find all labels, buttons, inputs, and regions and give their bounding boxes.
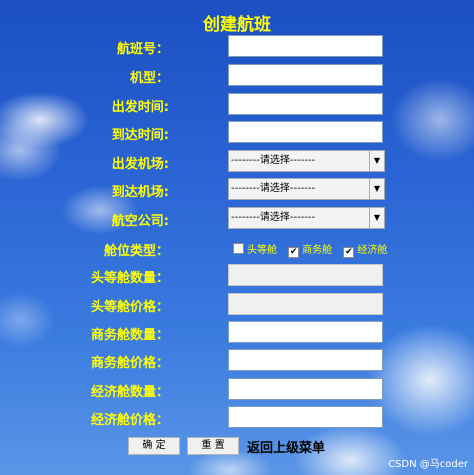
row-business-count: 商务舱数量： <box>0 321 474 345</box>
depart-time-input[interactable] <box>228 93 383 115</box>
airline-select[interactable]: --------请选择------- ▼ <box>228 207 385 229</box>
arrive-time-input[interactable] <box>228 121 383 143</box>
depart-airport-select-value: --------请选择------- <box>231 155 316 166</box>
first-count-input[interactable] <box>228 264 383 286</box>
row-arrive-airport: 到达机场: --------请选择------- ▼ <box>0 178 474 202</box>
chevron-down-icon[interactable]: ▼ <box>369 151 384 171</box>
economy-price-label: 经济舱价格： <box>90 413 169 428</box>
row-cabin-type: 舱位类型： 头等舱 ✔ 商务舱 ✔ 经济舱 <box>0 237 474 261</box>
airline-label: 航空公司: <box>111 214 169 229</box>
row-economy-price: 经济舱价格： <box>0 406 474 430</box>
row-flight-number: 航班号： <box>0 35 474 59</box>
arrive-airport-label: 到达机场: <box>111 185 169 200</box>
cabin-economy-checkbox[interactable]: ✔ <box>343 247 355 258</box>
csdn-watermark: CSDN @马coder <box>388 459 468 470</box>
reset-button[interactable]: 重 置 <box>187 437 239 455</box>
airline-select-value: --------请选择------- <box>231 212 316 223</box>
row-arrive-time: 到达时间: <box>0 121 474 145</box>
business-count-label: 商务舱数量： <box>90 328 169 343</box>
confirm-button[interactable]: 确 定 <box>128 437 180 455</box>
row-depart-airport: 出发机场: --------请选择------- ▼ <box>0 150 474 174</box>
model-input[interactable] <box>228 64 383 86</box>
row-depart-time: 出发时间: <box>0 93 474 117</box>
depart-airport-select[interactable]: --------请选择------- ▼ <box>228 150 385 172</box>
row-airline: 航空公司: --------请选择------- ▼ <box>0 207 474 231</box>
business-count-input[interactable] <box>228 321 383 343</box>
arrive-airport-select-value: --------请选择------- <box>231 183 316 194</box>
depart-airport-label: 出发机场: <box>111 157 169 172</box>
model-label: 机型： <box>129 71 169 86</box>
chevron-down-icon[interactable]: ▼ <box>369 208 384 228</box>
depart-time-label: 出发时间: <box>111 100 169 115</box>
flight-number-input[interactable] <box>228 35 383 57</box>
back-to-menu-link[interactable]: 返回上级菜单 <box>247 437 325 456</box>
row-first-count: 头等舱数量： <box>0 264 474 288</box>
cabin-business-checkbox[interactable]: ✔ <box>288 247 300 258</box>
business-price-label: 商务舱价格： <box>90 356 169 371</box>
cabin-economy-label: 经济舱 <box>357 245 388 256</box>
row-business-price: 商务舱价格： <box>0 349 474 373</box>
business-price-input[interactable] <box>228 349 383 371</box>
row-first-price: 头等舱价格： <box>0 293 474 317</box>
cabin-first-option[interactable]: 头等舱 <box>233 241 277 256</box>
first-price-input[interactable] <box>228 293 383 315</box>
cabin-first-checkbox[interactable] <box>233 243 244 254</box>
first-count-label: 头等舱数量： <box>90 271 169 286</box>
cabin-first-label: 头等舱 <box>247 245 277 256</box>
arrive-airport-select[interactable]: --------请选择------- ▼ <box>228 178 385 200</box>
cabin-business-option[interactable]: ✔ 商务舱 <box>288 241 332 258</box>
cabin-economy-option[interactable]: ✔ 经济舱 <box>343 241 387 258</box>
economy-price-input[interactable] <box>228 406 383 428</box>
first-price-label: 头等舱价格： <box>90 300 169 315</box>
cabin-business-label: 商务舱 <box>302 245 333 256</box>
chevron-down-icon[interactable]: ▼ <box>369 179 384 199</box>
row-model: 机型： <box>0 64 474 88</box>
row-economy-count: 经济舱数量： <box>0 378 474 402</box>
flight-number-label: 航班号： <box>116 42 169 57</box>
cabin-type-checkboxes: 头等舱 ✔ 商务舱 ✔ 经济舱 <box>233 241 395 258</box>
arrive-time-label: 到达时间: <box>111 128 169 143</box>
page-title: 创建航班 <box>203 15 271 35</box>
cabin-type-label: 舱位类型： <box>103 244 169 259</box>
economy-count-label: 经济舱数量： <box>90 385 169 400</box>
economy-count-input[interactable] <box>228 378 383 400</box>
